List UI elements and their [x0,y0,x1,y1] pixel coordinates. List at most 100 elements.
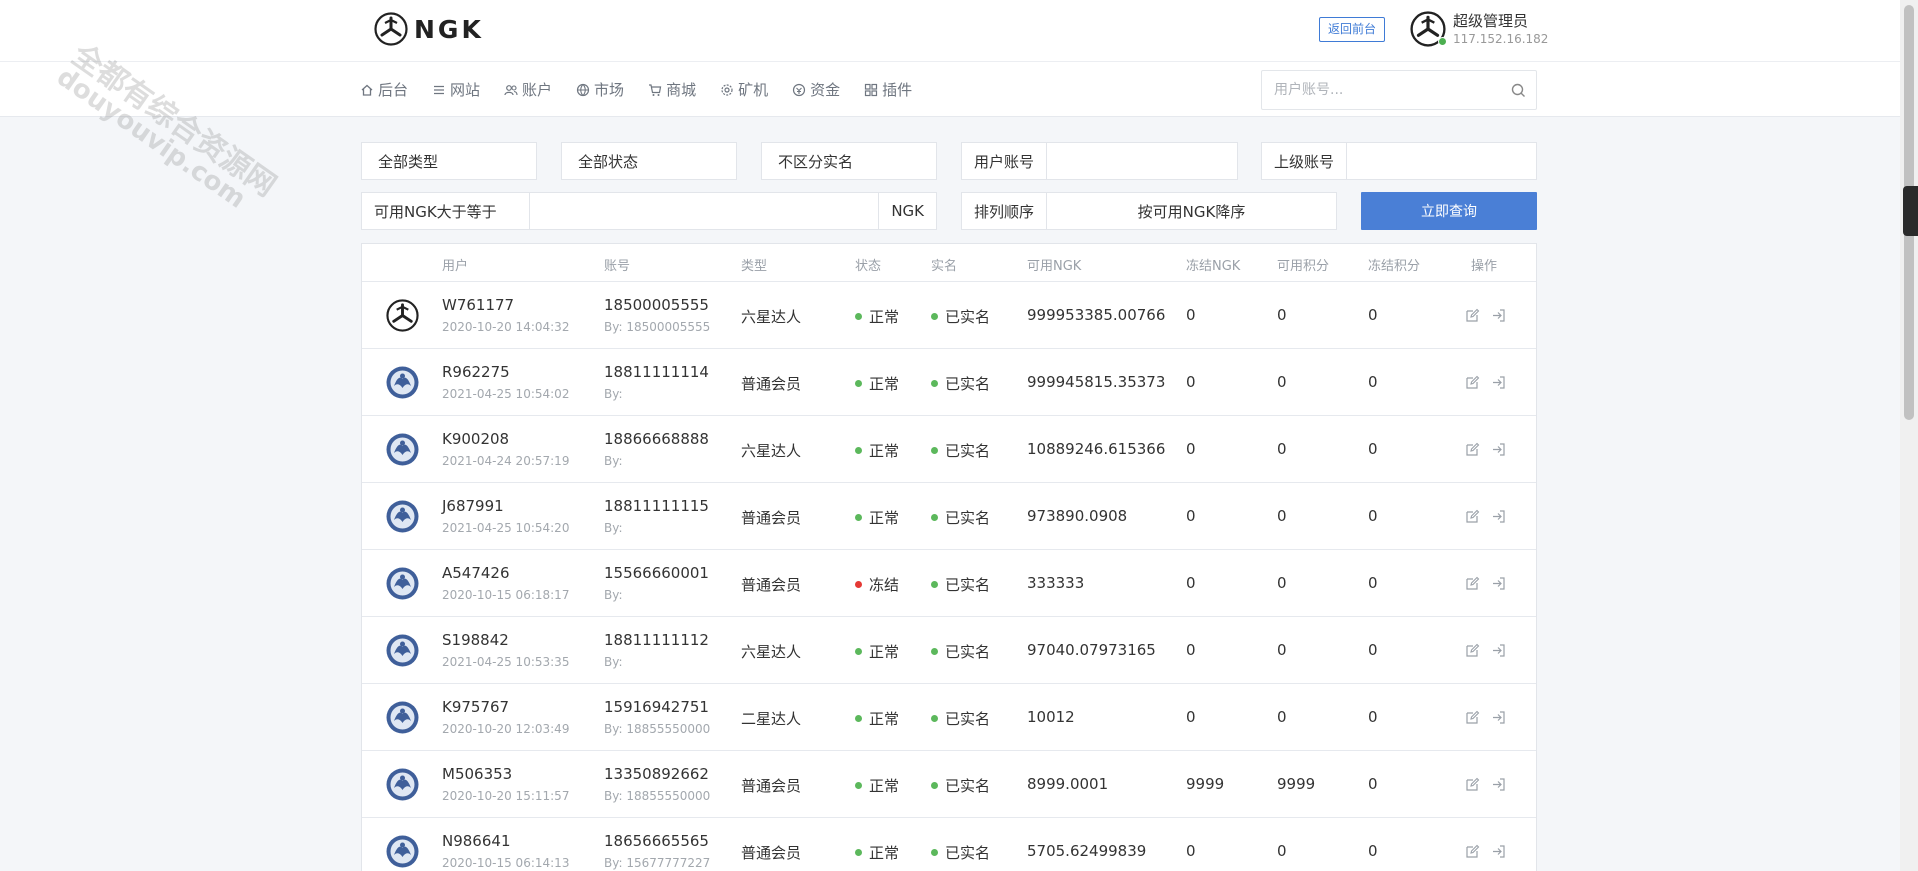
sort-select[interactable]: 按可用NGK降序 [1047,193,1336,229]
realname-dot [931,581,938,588]
realname-select[interactable]: 不区分实名 [761,142,937,180]
logo[interactable]: NGK [374,12,484,46]
nav-label: 网站 [450,81,481,99]
status-text: 正常 [869,375,900,393]
nav-item-plugins[interactable]: 插件 [864,79,912,100]
realname-badge: 已实名 [931,842,990,863]
account-number: 18811111115 [604,497,709,515]
column-header: 冻结NGK [1186,259,1241,274]
status-text: 正常 [869,777,900,795]
edit-icon[interactable] [1465,777,1480,792]
login-as-user-icon[interactable] [1491,710,1506,725]
register-date: 2020-10-15 06:14:13 [442,856,570,870]
top-header: NGK 返回前台 超级管理员 117.152.16.182 [0,0,1900,62]
status-badge: 正常 [855,507,899,528]
edit-icon[interactable] [1465,442,1480,457]
edit-icon[interactable] [1465,844,1480,859]
realname-badge: 已实名 [931,574,990,595]
back-to-frontend-button[interactable]: 返回前台 [1319,17,1386,42]
admin-profile[interactable]: 超级管理员 117.152.16.182 [1410,11,1548,47]
login-as-user-icon[interactable] [1491,643,1506,658]
nav-item-market[interactable]: 市场 [576,79,624,100]
realname-dot [931,782,938,789]
home-icon [361,84,373,96]
edit-icon[interactable] [1465,509,1480,524]
edit-icon[interactable] [1465,308,1480,323]
edit-icon[interactable] [1465,643,1480,658]
ngk-logo-icon [374,12,408,46]
user-search [1261,70,1537,110]
available-ngk: 8999.0001 [1027,775,1109,793]
users-table: 用户 账号 类型 状态 实名 可用NGK 冻结NGK 可用积分 冻结积分 操作 … [361,243,1537,871]
avatar [386,768,419,801]
avatar [386,701,419,734]
query-button[interactable]: 立即查询 [1361,192,1537,230]
login-as-user-icon[interactable] [1491,509,1506,524]
login-as-user-icon[interactable] [1491,375,1506,390]
nav-item-account[interactable]: 账户 [504,79,552,100]
realname-dot [931,849,938,856]
edit-icon[interactable] [1465,710,1480,725]
avatar [386,299,419,332]
nav-item-website[interactable]: 网站 [432,79,480,100]
login-as-user-icon[interactable] [1491,777,1506,792]
available-points: 0 [1277,507,1287,525]
gear-icon [721,83,733,96]
frozen-ngk: 0 [1186,373,1196,391]
username: N986641 [442,832,511,850]
nav-label: 矿机 [738,81,769,99]
page-scrollbar[interactable] [1900,0,1918,871]
status-dot [855,514,862,521]
login-as-user-icon[interactable] [1491,442,1506,457]
member-type: 普通会员 [741,375,802,393]
column-header: 用户 [442,259,469,274]
admin-name: 超级管理员 [1453,11,1529,30]
nav-item-miner[interactable]: 矿机 [720,79,768,100]
globe-icon [576,83,590,96]
nav-item-funds[interactable]: 资金 [792,79,840,100]
account-number: 18656665565 [604,832,709,850]
frozen-ngk: 0 [1186,641,1196,659]
register-date: 2021-04-25 10:54:02 [442,387,570,401]
referrer: By: [604,655,623,669]
ngk-min-input[interactable] [530,193,878,229]
status-text: 正常 [869,442,900,460]
table-row: R962275 2021-04-25 10:54:02 18811111114 By:… [362,349,1536,416]
search-icon[interactable] [1511,83,1526,98]
table-row: S198842 2021-04-25 10:53:35 18811111112 By:… [362,617,1536,684]
realname-select-value: 不区分实名 [778,152,854,171]
user-account-input[interactable] [1047,143,1237,179]
available-points: 0 [1277,373,1287,391]
edit-icon[interactable] [1465,375,1480,390]
referrer: By: [604,454,623,468]
parent-account-input[interactable] [1347,143,1536,179]
nav-item-shop[interactable]: 商城 [648,79,696,100]
nav-items: 后台 网站 账户 市场 商城 矿机 资金 插件 [360,62,936,117]
type-select[interactable]: 全部类型 [361,142,537,180]
nav-item-backend[interactable]: 后台 [360,79,408,100]
status-text: 正常 [869,308,900,326]
edit-icon[interactable] [1465,576,1480,591]
status-text: 正常 [869,509,900,527]
side-toolbar-tab[interactable] [1903,186,1918,236]
frozen-ngk: 0 [1186,574,1196,592]
username: S198842 [442,631,509,649]
sort-label: 排列顺序 [962,193,1048,229]
login-as-user-icon[interactable] [1491,844,1506,859]
username: W761177 [442,296,515,314]
nav-label: 后台 [378,81,409,99]
account-number: 15916942751 [604,698,709,716]
avatar [386,433,419,466]
nav-label: 插件 [882,81,913,99]
nav-label: 账户 [522,81,553,99]
status-text: 正常 [869,643,900,661]
search-input[interactable] [1262,71,1492,109]
status-badge: 正常 [855,842,899,863]
username: M506353 [442,765,513,783]
account-number: 18866668888 [604,430,709,448]
login-as-user-icon[interactable] [1491,576,1506,591]
status-select[interactable]: 全部状态 [561,142,737,180]
login-as-user-icon[interactable] [1491,308,1506,323]
referrer: By: 18855550000 [604,789,711,803]
status-text: 正常 [869,844,900,862]
